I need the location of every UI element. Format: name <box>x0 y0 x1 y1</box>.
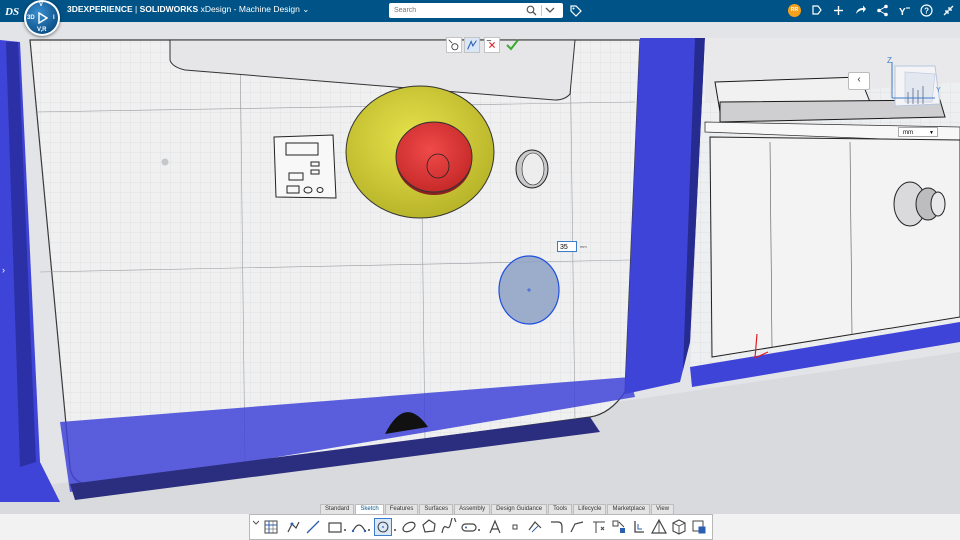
3d-viewport[interactable]: Z Y <box>0 22 960 514</box>
svg-text:Y: Y <box>899 7 906 18</box>
svg-text:DS: DS <box>4 6 19 18</box>
search-divider <box>541 5 542 16</box>
sketch-relations-icon[interactable] <box>690 518 708 536</box>
exit-sketch-cancel-icon[interactable] <box>484 37 500 53</box>
tab-design-guidance[interactable]: Design Guidance <box>491 504 548 514</box>
tab-features[interactable]: Features <box>384 504 419 514</box>
dimension-unit: mm <box>580 244 587 249</box>
plus-icon[interactable] <box>831 3 846 18</box>
sketch-toolbar <box>249 514 713 540</box>
dimension-input[interactable]: 35 <box>557 241 577 252</box>
compass-bottom-label: V,R <box>37 27 47 33</box>
viewport-scene[interactable]: Z Y <box>0 22 960 514</box>
sketch-mini-toolbar <box>446 37 522 53</box>
toolbar-chevron-icon[interactable] <box>252 518 260 536</box>
app-title[interactable]: 3DEXPERIENCE | SOLIDWORKS xDesign - Mach… <box>67 4 309 15</box>
tab-standard[interactable]: Standard <box>320 504 355 514</box>
offset-icon[interactable] <box>590 518 608 536</box>
brand-name: 3DEXPERIENCE <box>67 4 133 14</box>
smart-dimension-icon[interactable] <box>446 37 462 53</box>
play-icon[interactable] <box>37 12 48 24</box>
top-bar: DS 3DEXPERIENCE | SOLIDWORKS xDesign - M… <box>0 0 960 22</box>
emergency-stop-button[interactable] <box>345 85 495 219</box>
tab-view[interactable]: View <box>651 504 675 514</box>
sketch-grid-icon[interactable] <box>262 518 280 536</box>
compass-top-label: V <box>39 2 44 8</box>
search-options-chevron-icon[interactable] <box>545 6 555 15</box>
search-box[interactable] <box>389 3 563 18</box>
share-tag-icon[interactable] <box>809 3 824 18</box>
tab-tools[interactable]: Tools <box>548 504 573 514</box>
apps-compass-icon[interactable]: Y <box>897 3 912 18</box>
polygon-icon[interactable] <box>420 518 438 536</box>
slot-options-dot-icon[interactable] <box>476 518 482 536</box>
share-arrow-icon[interactable] <box>853 3 868 18</box>
search-icon[interactable] <box>526 5 537 16</box>
point-icon[interactable] <box>506 518 524 536</box>
collapse-window-icon[interactable] <box>941 3 956 18</box>
dropdown-arrow-icon[interactable]: ▼ <box>929 128 934 138</box>
trim-icon[interactable] <box>526 518 544 536</box>
tab-marketplace[interactable]: Marketplace <box>607 504 651 514</box>
sketch-tools-icon[interactable] <box>284 518 302 536</box>
arc-options-dot-icon[interactable] <box>366 518 372 536</box>
tab-sketch[interactable]: Sketch <box>355 504 384 514</box>
network-share-icon[interactable] <box>875 3 890 18</box>
search-input[interactable] <box>394 4 524 17</box>
axis-z-label: Z <box>887 56 892 65</box>
sketch-constraint-icon[interactable] <box>464 37 480 53</box>
left-panel-expand-chevron-icon[interactable]: › <box>2 263 10 277</box>
compass-right-label: I <box>53 15 55 21</box>
app-name: xDesign <box>200 4 232 14</box>
units-value: mm <box>903 130 913 136</box>
document-name: Machine Design <box>238 4 300 14</box>
axis-y-label: Y <box>936 87 941 94</box>
convert-entities-icon[interactable] <box>630 518 648 536</box>
panel-collapse-chevron-icon[interactable]: ‹ <box>848 72 870 90</box>
tab-assembly[interactable]: Assembly <box>454 504 491 514</box>
compass-left-label: 3D <box>27 15 35 21</box>
line-icon[interactable] <box>304 518 322 536</box>
accept-sketch-icon[interactable] <box>504 37 520 53</box>
fillet-icon[interactable] <box>548 518 566 536</box>
spline-icon[interactable] <box>440 518 458 536</box>
compass-widget[interactable]: V 3D I V,R <box>24 0 60 36</box>
tag-icon[interactable] <box>568 3 583 18</box>
svg-text:?: ? <box>924 7 929 16</box>
rectangle-options-dot-icon[interactable] <box>342 518 348 536</box>
sketch-text-icon[interactable] <box>486 518 504 536</box>
3d-part-icon[interactable] <box>670 518 688 536</box>
tab-lifecycle[interactable]: Lifecycle <box>573 504 607 514</box>
units-select[interactable]: mm ▼ <box>898 127 938 137</box>
ds-logo-icon[interactable]: DS <box>4 3 20 19</box>
help-icon[interactable]: ? <box>919 3 934 18</box>
control-unit-box[interactable] <box>273 134 337 199</box>
sketch-pattern-icon[interactable] <box>610 518 628 536</box>
chamfer-icon[interactable] <box>568 518 586 536</box>
chevron-down-icon[interactable]: ⌄ <box>302 4 309 14</box>
action-bar-tabs: Standard Sketch Features Surfaces Assemb… <box>320 504 675 514</box>
circle-options-dot-icon[interactable] <box>392 518 398 536</box>
user-avatar[interactable]: RR <box>788 4 801 17</box>
product-name: SOLIDWORKS <box>139 4 199 14</box>
sketch-circle[interactable] <box>498 255 560 325</box>
selector-knob[interactable] <box>515 149 549 189</box>
mirror-triangle-icon[interactable] <box>650 518 668 536</box>
tab-surfaces[interactable]: Surfaces <box>419 504 454 514</box>
circle-icon[interactable] <box>374 518 392 536</box>
ellipse-icon[interactable] <box>400 518 418 536</box>
